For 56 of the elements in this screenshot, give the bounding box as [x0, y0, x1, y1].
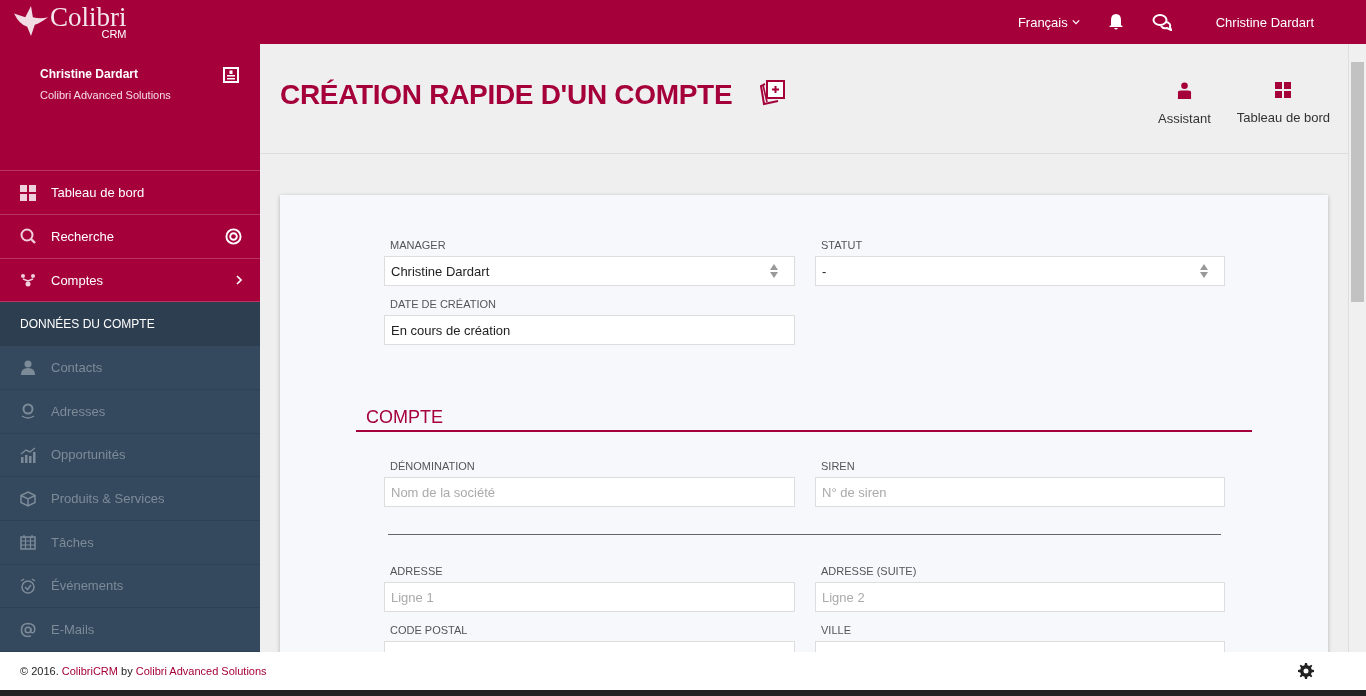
- profile-company: Colibri Advanced Solutions: [40, 89, 171, 101]
- copyright-text: © 2016. ColibriCRM by Colibri Advanced Solutions: [20, 665, 267, 677]
- at-sign-icon: [20, 621, 36, 638]
- settings-icon[interactable]: [1298, 663, 1314, 679]
- sort-arrows-icon: [1200, 264, 1208, 278]
- select-field[interactable]: -: [815, 256, 1225, 286]
- field-label: SIREN: [820, 460, 856, 472]
- person-icon: [20, 359, 36, 376]
- chat-bubbles-icon[interactable]: [1151, 13, 1172, 31]
- stacked-cards-plus-icon[interactable]: [758, 79, 787, 106]
- colibricrm-link[interactable]: ColibriCRM: [61, 665, 118, 677]
- contact-card-icon[interactable]: [223, 67, 239, 83]
- caret-icon: [1071, 19, 1080, 25]
- scrollbar[interactable]: [1348, 44, 1366, 652]
- field-label: MANAGER: [389, 239, 447, 251]
- field-label: DATE DE CRÉATION: [389, 298, 497, 310]
- language-dropdown[interactable]: Français: [1017, 14, 1080, 30]
- logo-text: Colibri: [50, 4, 127, 31]
- input-field[interactable]: N° de siren: [815, 477, 1225, 507]
- select-field[interactable]: Christine Dardart: [384, 256, 795, 286]
- grid-icon: [1275, 81, 1292, 98]
- input-field[interactable]: Ligne 1: [384, 582, 795, 612]
- header-action-button[interactable]: Assistant: [1158, 81, 1211, 126]
- person-icon: [1176, 81, 1192, 99]
- field-label: STATUT: [820, 239, 864, 251]
- sidebar-menu-item[interactable]: Recherche: [0, 215, 260, 259]
- sidebar-menu-item[interactable]: Comptes: [0, 258, 260, 303]
- company-link[interactable]: Colibri Advanced Solutions: [135, 665, 267, 677]
- logo-subtitle: CRM: [101, 29, 127, 40]
- target-icon: [225, 227, 242, 245]
- people-network-icon: [20, 272, 36, 289]
- field-label: ADRESSE (SUITE): [820, 565, 918, 577]
- search-icon: [20, 228, 36, 245]
- section-heading: COMPTE: [356, 407, 1252, 432]
- sort-arrows-icon: [770, 264, 778, 278]
- field-label: CODE POSTAL: [389, 624, 469, 636]
- sidebar-menu-item[interactable]: Tableau de bord: [0, 171, 260, 216]
- cube-icon: [20, 490, 36, 507]
- chevron-right-icon: [236, 275, 242, 286]
- field-label: DÉNOMINATION: [389, 460, 476, 472]
- bar-chart-icon: [20, 446, 36, 463]
- calendar-icon: [20, 534, 36, 551]
- field-label: VILLE: [820, 624, 852, 636]
- section-header: DONNÉES DU COMPTE: [0, 302, 260, 347]
- profile-name: Christine Dardart: [40, 67, 140, 81]
- input-field[interactable]: En cours de création: [384, 315, 795, 345]
- bird-logo-icon: [12, 4, 50, 38]
- input-field[interactable]: Nom de la société: [384, 477, 795, 507]
- notification-bell-icon[interactable]: [1107, 13, 1124, 31]
- user-name-link[interactable]: Christine Dardart: [1215, 14, 1314, 30]
- page-title: CRÉATION RAPIDE D'UN COMPTE: [280, 78, 733, 111]
- alarm-clock-icon: [20, 577, 36, 594]
- input-field[interactable]: Ligne 2: [815, 582, 1225, 612]
- header-action-button[interactable]: Tableau de bord: [1236, 81, 1330, 126]
- field-label: ADRESSE: [389, 565, 444, 577]
- grid-icon: [20, 184, 36, 201]
